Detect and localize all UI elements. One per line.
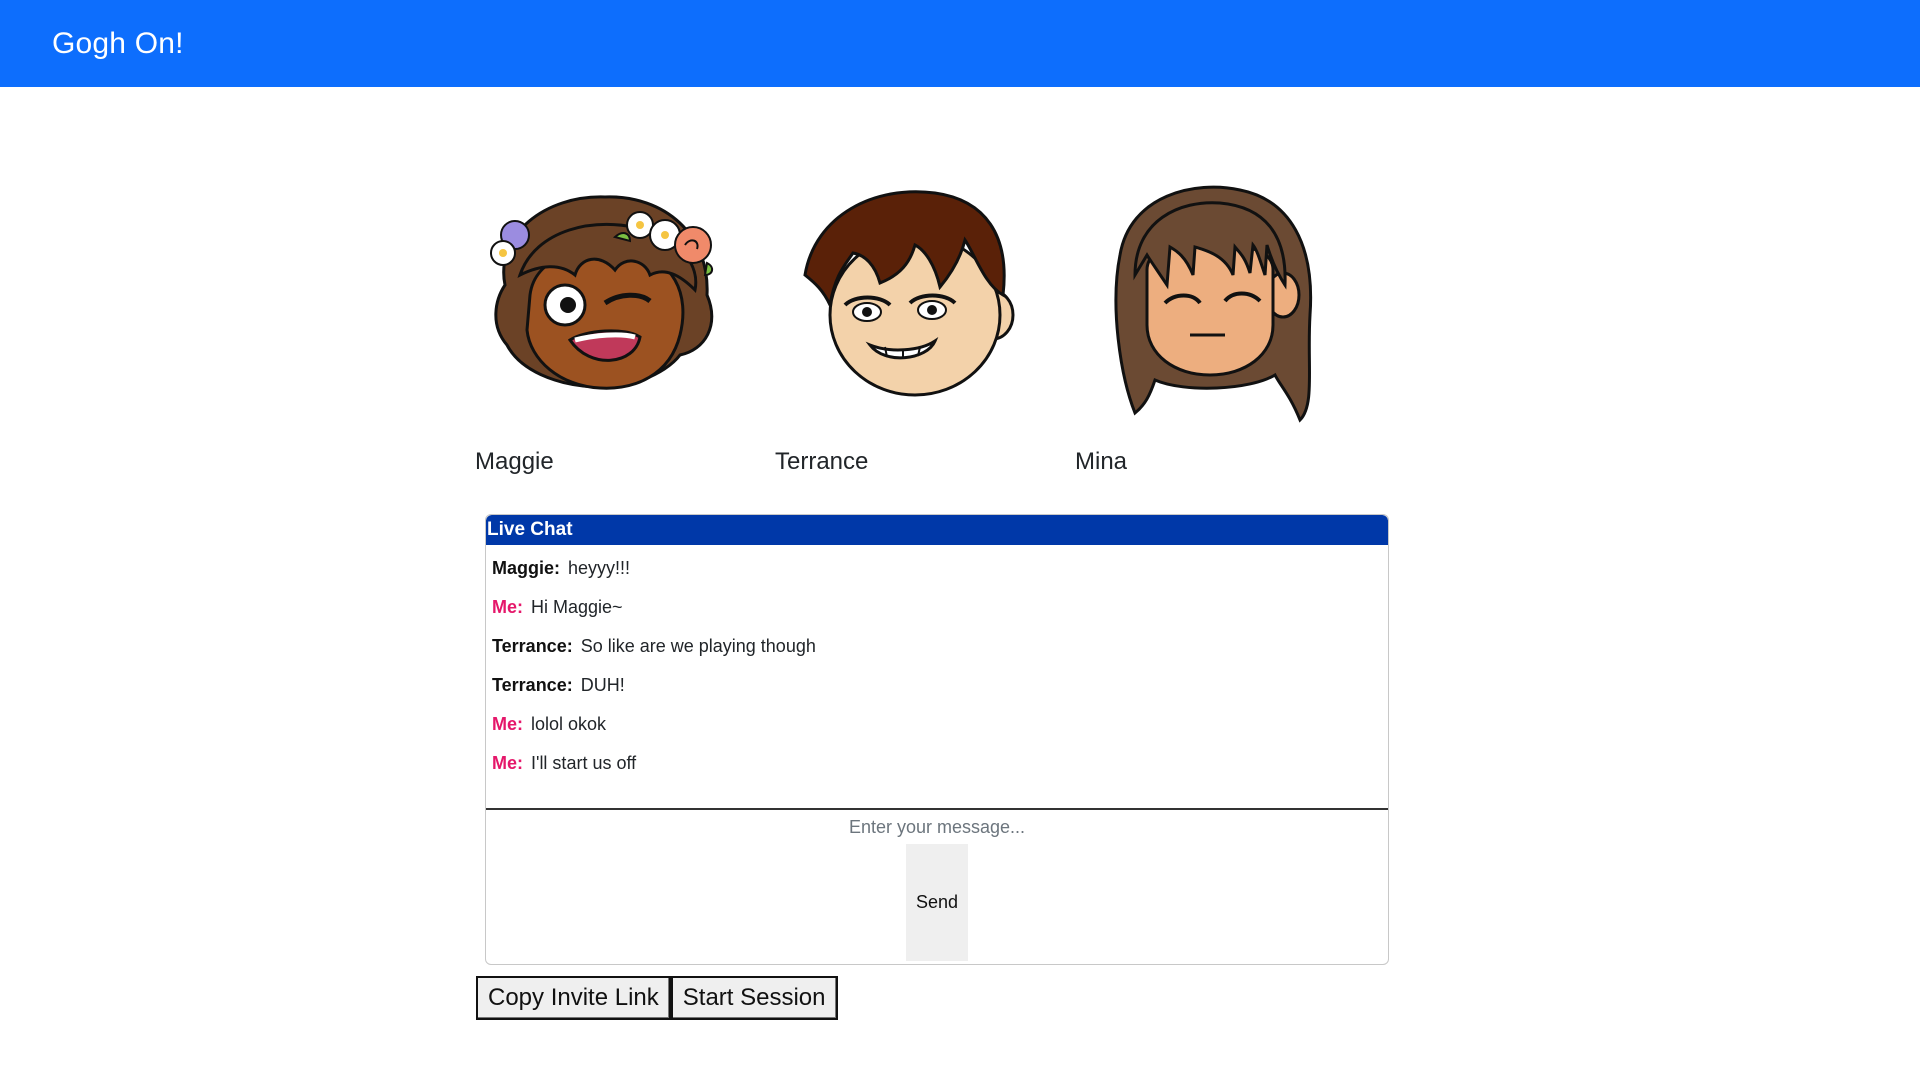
- mina-avatar-icon: [1114, 185, 1313, 423]
- message-text: I'll start us off: [531, 753, 637, 773]
- chat-message-list[interactable]: Maggie: heyyy!!! Me: Hi Maggie~ Terrance…: [486, 545, 1388, 810]
- chat-message: Me: Hi Maggie~: [492, 594, 1388, 633]
- player-name: Terrance: [775, 448, 869, 475]
- chat-message: Me: lolol okok: [492, 711, 1388, 750]
- message-text: DUH!: [580, 675, 625, 695]
- live-chat-panel: Live Chat Maggie: heyyy!!! Me: Hi Maggie…: [485, 514, 1389, 965]
- message-author: Maggie:: [492, 558, 561, 578]
- chat-message: Maggie: heyyy!!!: [492, 555, 1388, 594]
- session-actions: Copy Invite Link Start Session: [476, 976, 838, 1020]
- brand-link[interactable]: Gogh On!: [52, 27, 184, 61]
- maggie-avatar-icon: [490, 195, 714, 390]
- terrance-avatar-icon: [803, 190, 1015, 397]
- message-input[interactable]: [486, 812, 1388, 842]
- chat-message: Terrance: DUH!: [492, 672, 1388, 711]
- message-author: Me:: [492, 597, 523, 617]
- message-text: lolol okok: [531, 714, 607, 734]
- send-button[interactable]: Send: [906, 844, 968, 961]
- player-card-maggie: Maggie: [475, 175, 765, 475]
- player-card-terrance: Terrance: [775, 175, 1065, 475]
- chat-title: Live Chat: [486, 515, 1388, 545]
- player-card-mina: Mina: [1075, 175, 1365, 475]
- player-name: Mina: [1075, 448, 1128, 475]
- message-text: heyyy!!!: [568, 558, 631, 578]
- chat-message: Terrance: So like are we playing though: [492, 633, 1388, 672]
- message-text: So like are we playing though: [580, 636, 816, 656]
- top-navbar: Gogh On!: [0, 0, 1920, 87]
- copy-invite-link-button[interactable]: Copy Invite Link: [476, 976, 671, 1020]
- player-name: Maggie: [475, 448, 554, 475]
- message-author: Me:: [492, 714, 523, 734]
- message-author: Terrance:: [492, 675, 573, 695]
- chat-form: Send: [486, 810, 1388, 964]
- chat-message: Me: I'll start us off: [492, 750, 1388, 789]
- start-session-button[interactable]: Start Session: [670, 976, 838, 1020]
- message-author: Terrance:: [492, 636, 573, 656]
- player-list: Maggie Terrance Mina: [475, 175, 1475, 485]
- message-author: Me:: [492, 753, 523, 773]
- message-text: Hi Maggie~: [531, 597, 623, 617]
